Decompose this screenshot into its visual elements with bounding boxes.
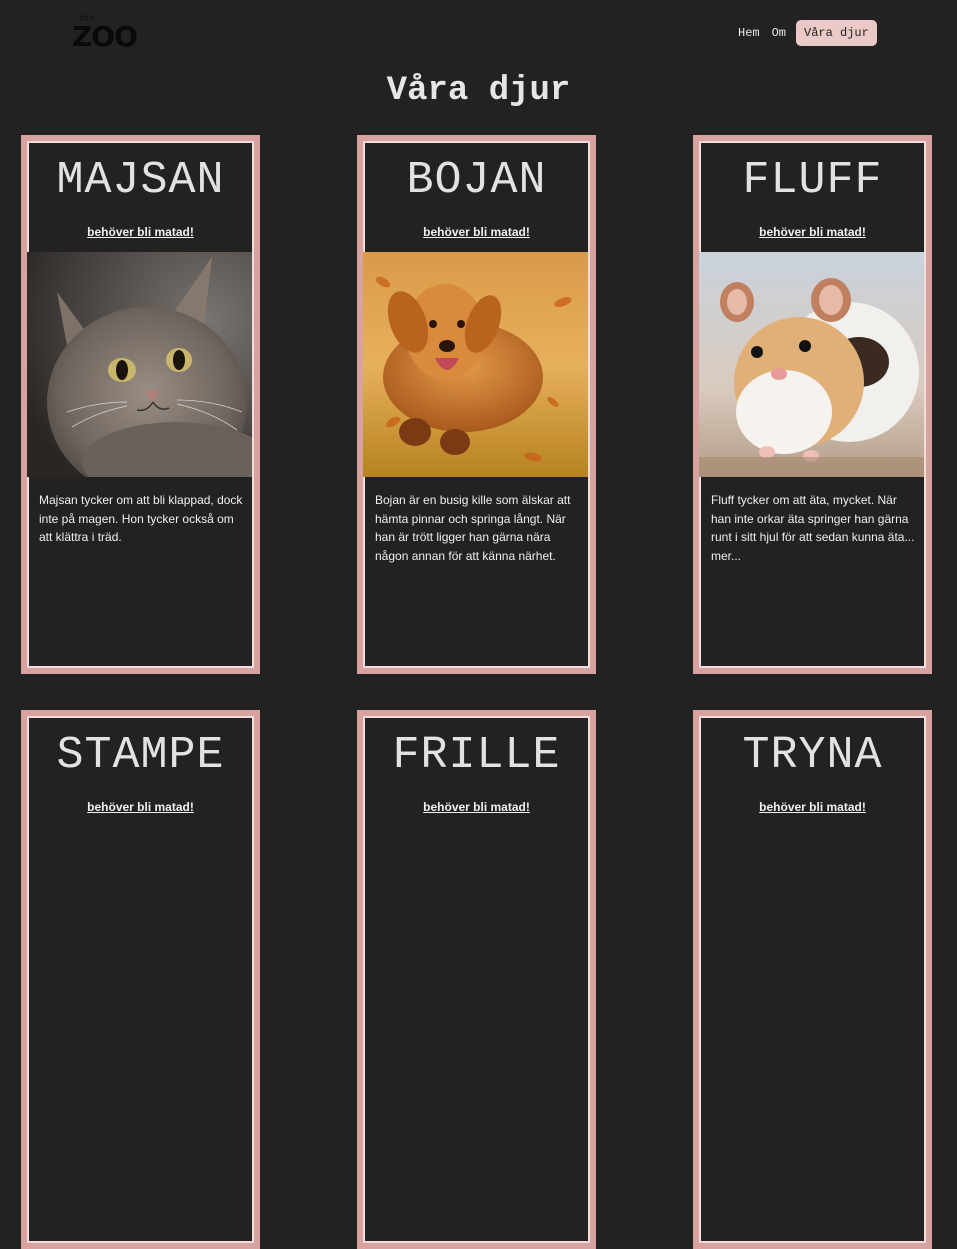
dog-photo [363, 252, 588, 477]
animal-description: Majsan tycker om att bli klappad, dock i… [39, 493, 243, 544]
animal-card-stampe[interactable]: STAMPE behöver bli matad! [21, 710, 260, 1249]
cat-photo [27, 252, 252, 477]
animal-card-majsan[interactable]: MAJSAN behöver bli matad! Majsan tycker … [21, 135, 260, 674]
animal-name: TRYNA [742, 730, 883, 781]
feed-status-link[interactable]: behöver bli matad! [27, 225, 254, 239]
animal-card-tryna[interactable]: TRYNA behöver bli matad! [693, 710, 932, 1249]
animal-name: FRILLE [392, 730, 561, 781]
feed-status-link[interactable]: behöver bli matad! [27, 800, 254, 814]
zoo-logo[interactable]: the ZOO [72, 14, 142, 53]
animal-name: FLUFF [742, 155, 883, 206]
nav-item-om[interactable]: Om [766, 20, 792, 46]
animal-card-bojan[interactable]: BOJAN behöver bli matad! Bojan är en bus… [357, 135, 596, 674]
main-nav: Hem Om Våra djur [732, 20, 877, 46]
card-inner-frame [364, 717, 589, 1242]
animal-card-frille[interactable]: FRILLE behöver bli matad! [357, 710, 596, 1249]
animal-name: MAJSAN [56, 155, 225, 206]
animal-description: Bojan är en busig kille som älskar att h… [375, 493, 571, 563]
card-inner-frame [700, 717, 925, 1242]
feed-status-link[interactable]: behöver bli matad! [363, 800, 590, 814]
animal-name: BOJAN [406, 155, 547, 206]
logo-text: ZOO [72, 20, 138, 53]
nav-item-vara-djur[interactable]: Våra djur [796, 20, 877, 46]
feed-status-link[interactable]: behöver bli matad! [363, 225, 590, 239]
animal-name: STAMPE [56, 730, 225, 781]
page-title: Våra djur [386, 72, 571, 110]
feed-status-link[interactable]: behöver bli matad! [699, 225, 926, 239]
feed-status-link[interactable]: behöver bli matad! [699, 800, 926, 814]
hamster-photo [699, 252, 924, 477]
animal-description: Fluff tycker om att äta, mycket. När han… [711, 493, 915, 563]
animal-card-fluff[interactable]: FLUFF behöver bli matad! Fluff tycker om… [693, 135, 932, 674]
card-inner-frame [28, 717, 253, 1242]
nav-item-hem[interactable]: Hem [732, 20, 766, 46]
